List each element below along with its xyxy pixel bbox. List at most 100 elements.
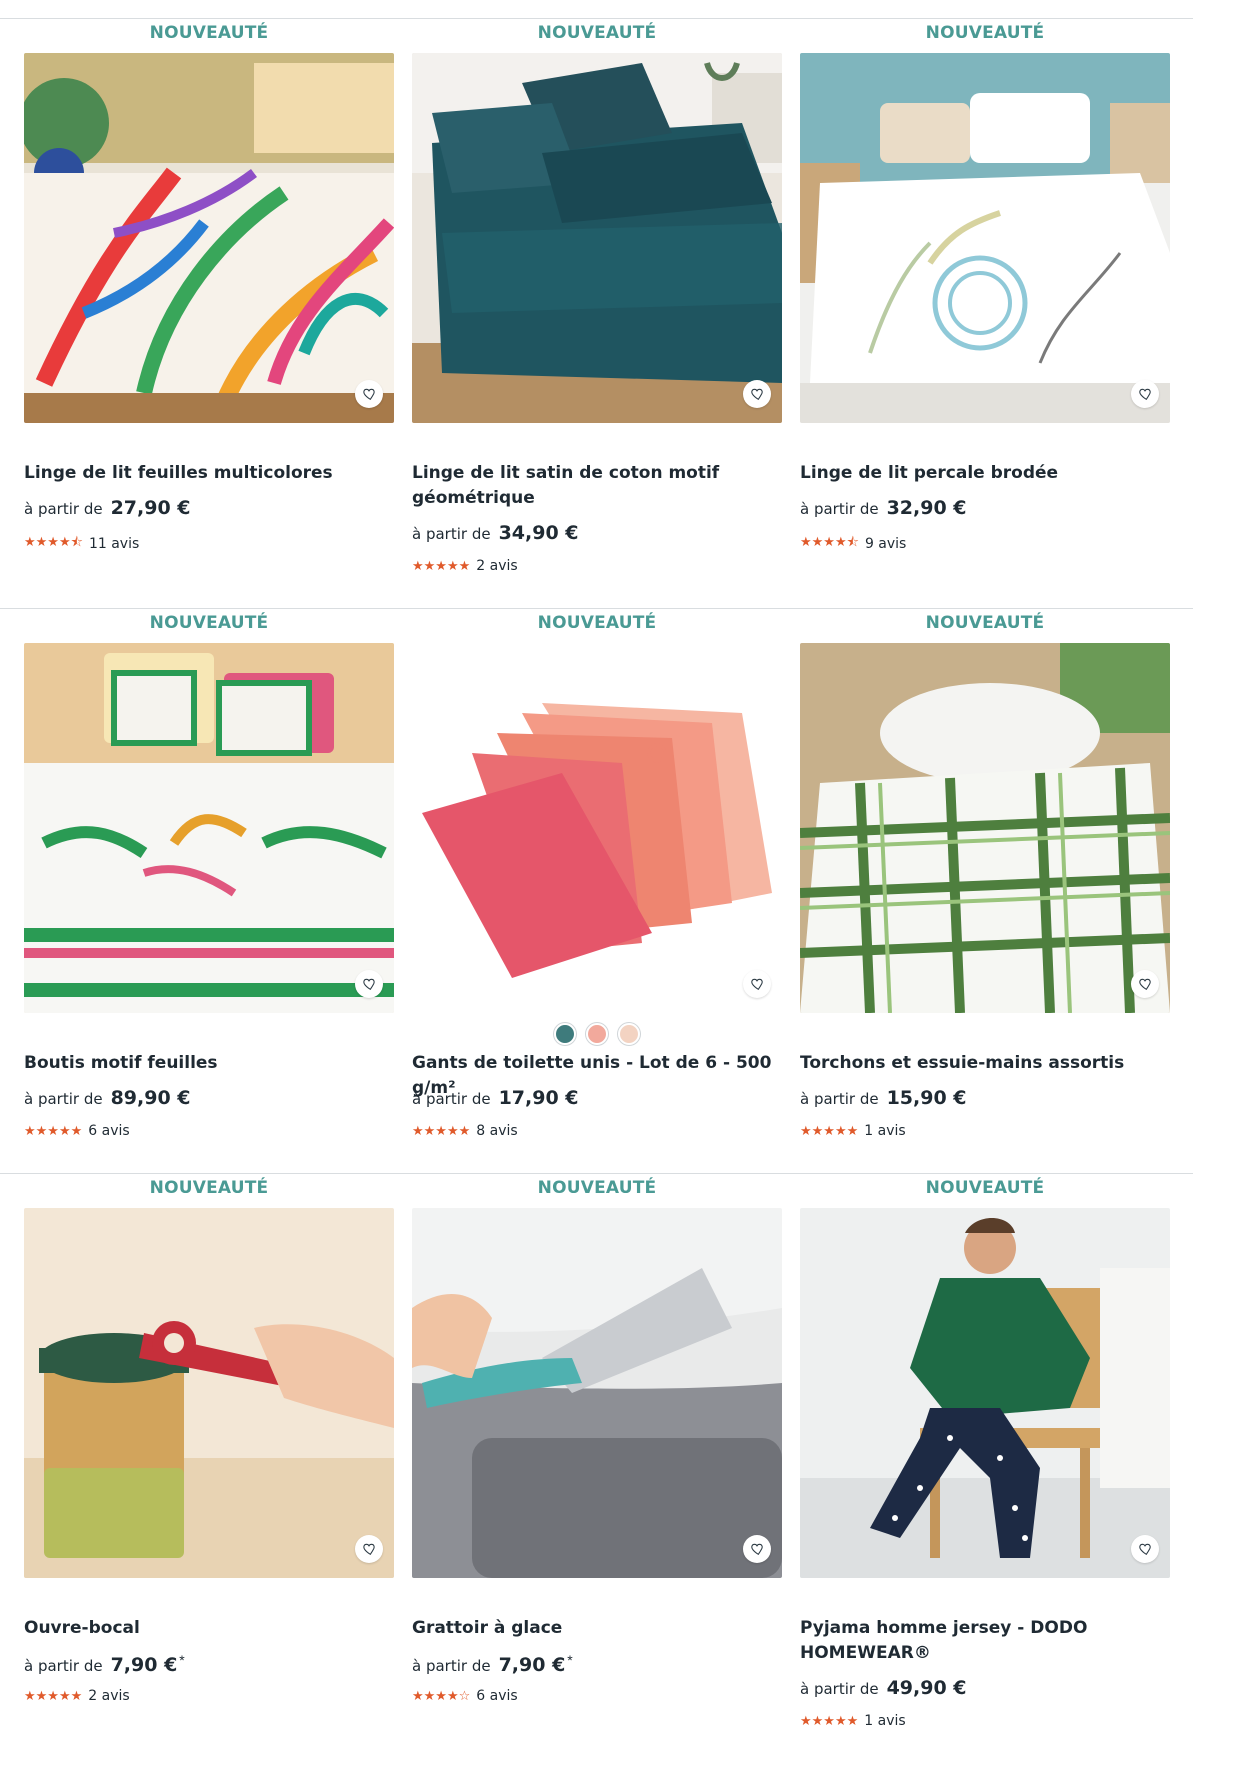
product-rating[interactable]: ★★★★★ 8 avis	[412, 1123, 518, 1139]
product-image[interactable]	[412, 1208, 782, 1578]
rating-stars: ★★★★☆	[412, 1688, 471, 1704]
price-amount: 49,90 €	[886, 1677, 967, 1699]
product-rating[interactable]: ★★★★★ 1 avis	[800, 1713, 906, 1729]
heart-icon	[1139, 388, 1151, 401]
price-prefix: à partir de	[24, 500, 103, 518]
product-card[interactable]: NOUVEAUTÉ	[800, 19, 1170, 599]
price-prefix: à partir de	[412, 1090, 491, 1108]
favorite-button[interactable]	[1131, 380, 1159, 408]
product-price: à partir de 7,90 € *	[412, 1652, 573, 1676]
new-badge: NOUVEAUTÉ	[925, 1178, 1045, 1198]
product-title[interactable]: Linge de lit satin de coton motif géomét…	[412, 461, 782, 511]
product-image[interactable]	[412, 53, 782, 423]
product-title[interactable]: Grattoir à glace	[412, 1616, 782, 1641]
product-photo-tea-towels	[800, 643, 1170, 1013]
product-image[interactable]	[24, 643, 394, 1013]
favorite-button[interactable]	[355, 970, 383, 998]
product-image[interactable]	[800, 643, 1170, 1013]
price-amount: 32,90 €	[886, 497, 967, 519]
product-rating[interactable]: ★★★★⯪ 9 avis	[800, 533, 906, 555]
new-badge: NOUVEAUTÉ	[537, 1178, 657, 1198]
heart-icon	[363, 978, 375, 991]
product-card[interactable]: NOUVEAUTÉ Linge de lit satin de coton mo…	[412, 19, 782, 599]
product-title[interactable]: Linge de lit percale brodée	[800, 461, 1170, 486]
rating-stars: ★★★★★	[412, 558, 471, 574]
product-photo-bedding-embroidered	[800, 53, 1170, 423]
product-photo-pyjama	[800, 1208, 1170, 1578]
price-prefix: à partir de	[24, 1090, 103, 1108]
product-row: NOUVEAUTÉ Ouvre-bocal à partir de 7,90 €…	[0, 1173, 1193, 1763]
product-card[interactable]: NOUVEAUTÉ	[24, 19, 394, 599]
review-count: 6 avis	[88, 1123, 130, 1139]
product-card[interactable]: NOUVEAUTÉ	[800, 609, 1170, 1169]
product-row: NOUVEAUTÉ	[0, 608, 1193, 1173]
review-count: 9 avis	[864, 536, 907, 552]
product-photo-ice-scraper	[412, 1208, 782, 1578]
rating-stars: ★★★★⯪	[800, 535, 859, 550]
favorite-button[interactable]	[355, 380, 383, 408]
product-photo-boutis-leaves	[24, 643, 394, 1013]
review-count: 6 avis	[476, 1688, 518, 1704]
rating-stars: ★★★★⯪	[24, 535, 83, 550]
product-title[interactable]: Torchons et essuie-mains assortis	[800, 1051, 1170, 1076]
product-photo-bedding-leaves	[24, 53, 394, 423]
product-card[interactable]: NOUVEAUTÉ	[24, 609, 394, 1169]
rating-stars: ★★★★★	[800, 1713, 859, 1729]
heart-icon	[1139, 978, 1151, 991]
product-price: à partir de 89,90 €	[24, 1087, 191, 1109]
heart-icon	[751, 388, 763, 401]
product-image[interactable]	[24, 1208, 394, 1578]
heart-icon	[363, 388, 375, 401]
product-rating[interactable]: ★★★★★ 2 avis	[412, 558, 518, 574]
favorite-button[interactable]	[743, 970, 771, 998]
product-rating[interactable]: ★★★★☆ 6 avis	[412, 1688, 518, 1704]
price-amount: 17,90 €	[498, 1087, 579, 1109]
product-row: NOUVEAUTÉ	[0, 18, 1193, 608]
favorite-button[interactable]	[355, 1535, 383, 1563]
product-card[interactable]: NOUVEAUTÉ	[800, 1174, 1170, 1754]
price-footnote-mark: *	[567, 1652, 573, 1668]
review-count: 1 avis	[864, 1123, 906, 1139]
product-title[interactable]: Ouvre-bocal	[24, 1616, 394, 1641]
new-badge: NOUVEAUTÉ	[149, 1178, 269, 1198]
product-rating[interactable]: ★★★★★ 1 avis	[800, 1123, 906, 1139]
color-swatch-peach[interactable]	[618, 1023, 640, 1045]
favorite-button[interactable]	[1131, 1535, 1159, 1563]
product-price: à partir de 7,90 € *	[24, 1652, 185, 1676]
product-image[interactable]	[24, 53, 394, 423]
review-count: 11 avis	[88, 536, 140, 552]
product-price: à partir de 17,90 €	[412, 1087, 579, 1109]
product-image[interactable]	[800, 1208, 1170, 1578]
new-badge: NOUVEAUTÉ	[149, 23, 269, 43]
product-card[interactable]: NOUVEAUTÉ Grattoir à glace à partir de 7,…	[412, 1174, 782, 1754]
price-amount: 34,90 €	[498, 522, 579, 544]
color-swatches	[412, 1023, 782, 1045]
new-badge: NOUVEAUTÉ	[537, 613, 657, 633]
product-rating[interactable]: ★★★★⯪ 11 avis	[24, 533, 139, 555]
favorite-button[interactable]	[743, 380, 771, 408]
product-card[interactable]: NOUVEAUTÉ Ouvre-bocal à partir de 7,90 €…	[24, 1174, 394, 1754]
product-title[interactable]: Pyjama homme jersey - DODO HOMEWEAR®	[800, 1616, 1170, 1666]
product-title[interactable]: Boutis motif feuilles	[24, 1051, 394, 1076]
product-price: à partir de 27,90 €	[24, 497, 191, 519]
new-badge: NOUVEAUTÉ	[537, 23, 657, 43]
price-amount: 7,90 €	[498, 1654, 566, 1676]
favorite-button[interactable]	[743, 1535, 771, 1563]
color-swatch-teal[interactable]	[554, 1023, 576, 1045]
product-title[interactable]: Linge de lit feuilles multicolores	[24, 461, 394, 486]
new-badge: NOUVEAUTÉ	[149, 613, 269, 633]
heart-icon	[363, 1543, 375, 1556]
color-swatch-coral[interactable]	[586, 1023, 608, 1045]
product-rating[interactable]: ★★★★★ 6 avis	[24, 1123, 130, 1139]
price-prefix: à partir de	[412, 525, 491, 543]
product-card[interactable]: NOUVEAUTÉ	[412, 609, 782, 1169]
product-price: à partir de 15,90 €	[800, 1087, 967, 1109]
product-image[interactable]	[412, 643, 782, 1013]
price-prefix: à partir de	[800, 500, 879, 518]
price-prefix: à partir de	[412, 1657, 491, 1675]
product-image[interactable]	[800, 53, 1170, 423]
review-count: 2 avis	[476, 558, 518, 574]
favorite-button[interactable]	[1131, 970, 1159, 998]
product-rating[interactable]: ★★★★★ 2 avis	[24, 1688, 130, 1704]
new-badge: NOUVEAUTÉ	[925, 23, 1045, 43]
